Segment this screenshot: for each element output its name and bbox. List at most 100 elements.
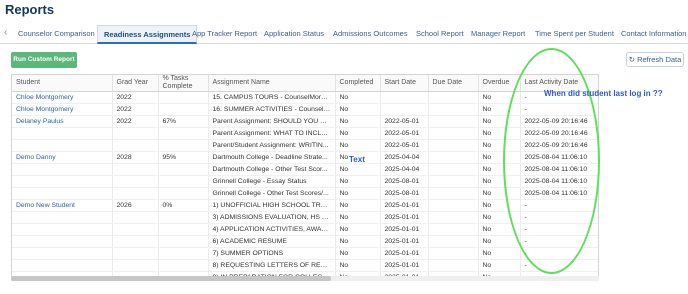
table-cell: No xyxy=(478,247,521,260)
table-cell: No xyxy=(335,187,381,200)
annotation-circle xyxy=(503,48,600,274)
table-cell: No xyxy=(335,211,381,224)
table-cell: No xyxy=(478,259,521,272)
table-cell: 2025-04-04 xyxy=(380,163,429,176)
table-cell xyxy=(158,103,209,116)
table-row[interactable]: 8) REQUESTING LETTERS OF RECOM... No 2025-… xyxy=(12,259,598,272)
table-cell xyxy=(428,139,479,152)
table-cell: 6) ACADEMIC RESUME xyxy=(208,235,336,248)
column-header[interactable]: Grad Year xyxy=(112,75,159,92)
table-cell: 2022 xyxy=(112,115,159,128)
table-cell: 2025-01-01 xyxy=(380,247,429,260)
table-cell xyxy=(112,235,159,248)
table-cell: 2022-05-01 xyxy=(380,127,429,140)
student-link[interactable]: Chloe Montgomery xyxy=(12,91,113,104)
column-header[interactable]: Start Date xyxy=(380,75,429,92)
horizontal-scroll-thumb[interactable] xyxy=(11,276,331,281)
annotation-note: When did student last log in ?? xyxy=(544,89,663,98)
table-cell: No xyxy=(335,139,381,152)
table-row[interactable]: 6) ACADEMIC RESUME No 2025-01-01 No - xyxy=(12,235,598,248)
table-cell xyxy=(380,91,429,104)
table-cell: No xyxy=(335,235,381,248)
table-cell: 67% xyxy=(158,115,209,128)
table-cell: Grinnell College - Essay Status xyxy=(208,175,336,188)
table-cell xyxy=(158,175,209,188)
table-cell: 2025-08-01 xyxy=(380,187,429,200)
table-cell: Dartmouth College - Deadline Strate... xyxy=(208,151,336,164)
table-cell: No xyxy=(335,259,381,272)
table-cell: No xyxy=(335,103,381,116)
column-header[interactable]: % Tasks Complete xyxy=(158,75,209,92)
table-cell xyxy=(428,127,479,140)
table-cell xyxy=(112,247,159,260)
table-cell: 2022 xyxy=(112,103,159,116)
table-cell: 7) SUMMER OPTIONS xyxy=(208,247,336,260)
table-cell: No xyxy=(335,199,381,212)
table-cell xyxy=(428,115,479,128)
table-cell xyxy=(158,259,209,272)
column-header[interactable]: Completed xyxy=(335,75,381,92)
tab-school-report[interactable]: School Report xyxy=(410,25,470,44)
table-cell: 2022-05-01 xyxy=(380,139,429,152)
header: Reports xyxy=(0,0,688,24)
tab-counselor-comparison[interactable]: Counselor Comparison xyxy=(12,25,101,44)
column-header[interactable]: Student xyxy=(12,75,113,92)
table-cell: Dartmouth College - Other Test Scor... xyxy=(208,163,336,176)
horizontal-scrollbar[interactable] xyxy=(11,276,599,281)
student-link[interactable]: Demo Danny xyxy=(12,151,113,164)
table-cell xyxy=(112,187,159,200)
table-cell: 2022-05-01 xyxy=(380,115,429,128)
student-link[interactable]: Delaney Paulus xyxy=(12,115,113,128)
table-cell xyxy=(428,91,479,104)
table-cell xyxy=(112,139,159,152)
table-cell: No xyxy=(335,247,381,260)
table-cell: No xyxy=(478,235,521,248)
tab-time-spent-per-student[interactable]: Time Spent per Student xyxy=(529,25,620,44)
student-link xyxy=(12,235,113,248)
table-cell xyxy=(158,163,209,176)
table-cell: 2025-01-01 xyxy=(380,235,429,248)
table-cell: Parent Assignment: WHAT TO INCLU... xyxy=(208,127,336,140)
table-cell: 3) ADMISSIONS EVALUATION, HS PR... xyxy=(208,211,336,224)
tab-app-tracker-report[interactable]: App Tracker Report xyxy=(186,25,263,44)
table-cell: 2025-01-01 xyxy=(380,211,429,224)
table-cell xyxy=(428,259,479,272)
table-cell: Parent/Student Assignment: WRITIN... xyxy=(208,139,336,152)
column-header[interactable]: Assignment Name xyxy=(208,75,336,92)
tab-admissions-outcomes[interactable]: Admissions Outcomes xyxy=(327,25,414,44)
table-row[interactable]: 7) SUMMER OPTIONS No 2025-01-01 No - xyxy=(12,247,598,260)
column-header[interactable]: Due Date xyxy=(428,75,479,92)
tab-contact-information[interactable]: Contact Information xyxy=(615,25,688,44)
table-cell: 1) UNOFFICIAL HIGH SCHOOL TRAN... xyxy=(208,199,336,212)
table-header-row: Student Grad Year% Tasks Complete Assignme… xyxy=(12,75,598,92)
table-cell: No xyxy=(335,175,381,188)
table-cell: 2026 xyxy=(112,199,159,212)
table-cell: No xyxy=(335,115,381,128)
annotation-text-label: Text xyxy=(349,155,365,164)
table-cell xyxy=(428,163,479,176)
table-cell: 15. CAMPUS TOURS - CounselMore ... xyxy=(208,91,336,104)
student-link xyxy=(12,127,113,140)
chevron-left-icon[interactable]: ‹ xyxy=(4,27,7,38)
table-cell xyxy=(158,211,209,224)
student-link xyxy=(12,163,113,176)
table-cell xyxy=(158,127,209,140)
table-cell: No xyxy=(335,127,381,140)
student-link xyxy=(12,139,113,152)
table-cell xyxy=(112,175,159,188)
table-cell: 0% xyxy=(158,199,209,212)
tab-application-status[interactable]: Application Status xyxy=(258,25,330,44)
student-link xyxy=(12,259,113,272)
student-link[interactable]: Chloe Montgomery xyxy=(12,103,113,116)
tab-readiness-assignments[interactable]: Readiness Assignments xyxy=(97,25,198,44)
run-custom-report-button[interactable]: Run Custom Report xyxy=(11,52,77,68)
tab-manager-report[interactable]: Manager Report xyxy=(465,25,531,44)
table-cell xyxy=(158,223,209,236)
table-cell: No xyxy=(335,163,381,176)
table-cell xyxy=(428,235,479,248)
student-link[interactable]: Demo New Student xyxy=(12,199,113,212)
table-cell xyxy=(428,151,479,164)
refresh-data-button[interactable]: ↻ Refresh Data xyxy=(626,52,684,67)
report-tabs: ‹ Counselor Comparison Readiness Assignm… xyxy=(0,25,688,44)
table-cell: 16. SUMMER ACTIVITIES - CounselM... xyxy=(208,103,336,116)
